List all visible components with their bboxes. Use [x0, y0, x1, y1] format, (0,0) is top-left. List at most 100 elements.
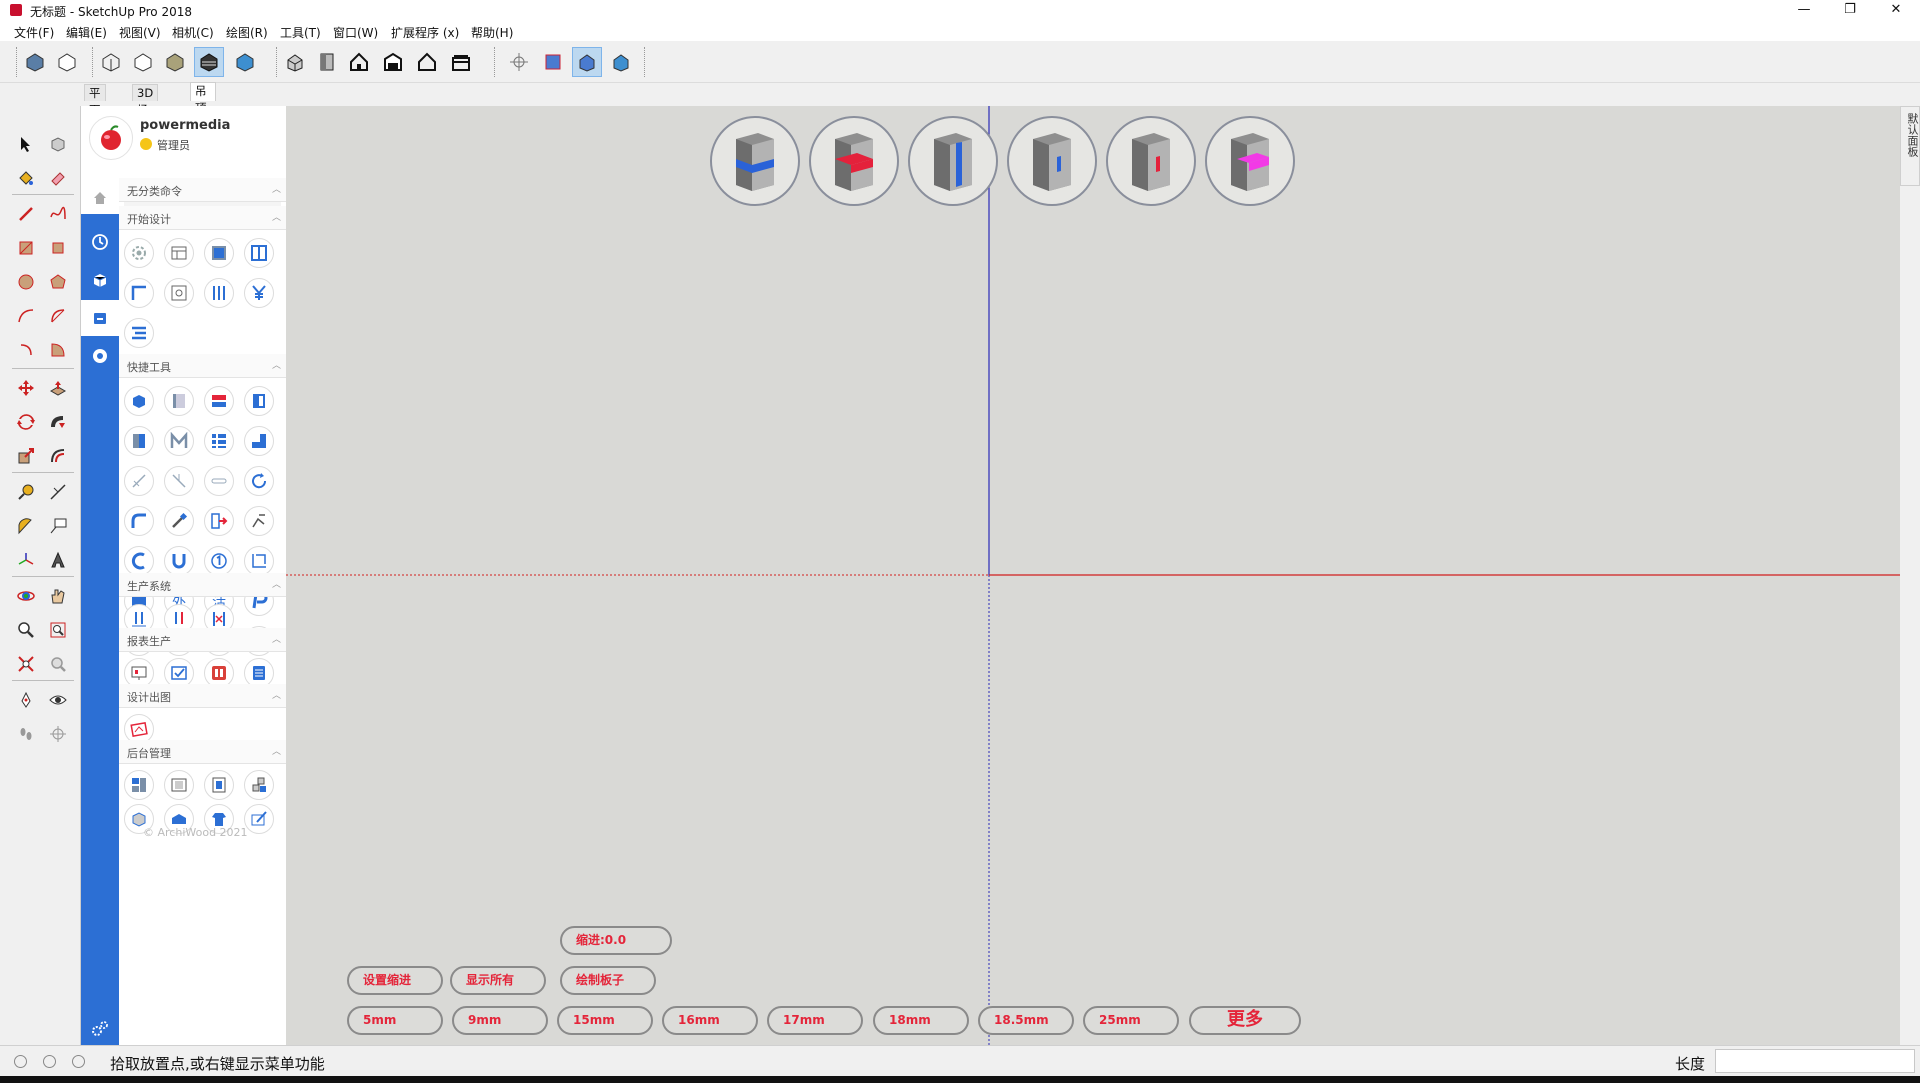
- number-one-icon[interactable]: [204, 546, 234, 576]
- gear-icon[interactable]: [124, 238, 154, 268]
- measurements-input[interactable]: [1715, 1049, 1915, 1073]
- text-label-icon[interactable]: [44, 512, 72, 540]
- section-quick-tools[interactable]: 快捷工具 ︿: [119, 354, 286, 378]
- admin-pen-icon[interactable]: [244, 804, 274, 834]
- follow-me-icon[interactable]: [44, 408, 72, 436]
- arc-icon[interactable]: [12, 302, 40, 330]
- split-panel-icon[interactable]: [244, 238, 274, 268]
- sliders-icon[interactable]: [204, 278, 234, 308]
- shaded-textures-icon[interactable]: [194, 47, 224, 77]
- orbit-icon[interactable]: [12, 582, 40, 610]
- thickness-18mm-button[interactable]: 18mm: [873, 1006, 969, 1035]
- thickness-18-5mm-button[interactable]: 18.5mm: [978, 1006, 1074, 1035]
- close-button[interactable]: ✕: [1873, 0, 1919, 21]
- thickness-16mm-button[interactable]: 16mm: [662, 1006, 758, 1035]
- admin-layout-icon[interactable]: [124, 770, 154, 800]
- panel-icon[interactable]: [204, 238, 234, 268]
- tab-ceiling-3d-scene[interactable]: 吊顶3D场景图: [190, 82, 217, 183]
- list-align-icon[interactable]: [124, 318, 154, 348]
- three-point-arc-icon[interactable]: [12, 336, 40, 364]
- history-clock-icon[interactable]: [81, 224, 119, 260]
- zoom-icon[interactable]: [12, 616, 40, 644]
- front-view-icon[interactable]: [344, 47, 374, 77]
- cabinet-red-shelf-button[interactable]: [809, 116, 899, 206]
- rotate-icon[interactable]: [12, 408, 40, 436]
- inset-display-button[interactable]: 缩进:0.0: [560, 926, 672, 955]
- shelf-icon[interactable]: [204, 386, 234, 416]
- menu-help[interactable]: 帮助(H): [471, 24, 513, 41]
- section-plane-icon[interactable]: [538, 47, 568, 77]
- toolbar-grip[interactable]: [276, 47, 279, 77]
- m-profile-icon[interactable]: [164, 426, 194, 456]
- 3d-text-icon[interactable]: [44, 546, 72, 574]
- cabinet-blue-divider-button[interactable]: [908, 116, 998, 206]
- price-yen-icon[interactable]: [244, 278, 274, 308]
- minimize-button[interactable]: —: [1781, 0, 1827, 21]
- rotate-bend-icon[interactable]: [244, 506, 274, 536]
- bend-arc-icon[interactable]: [124, 506, 154, 536]
- cabinet-blue-vertical-button[interactable]: [1007, 116, 1097, 206]
- rotated-rectangle-icon[interactable]: [44, 234, 72, 262]
- menu-camera[interactable]: 相机(C): [172, 24, 214, 41]
- top-view-icon[interactable]: [312, 47, 342, 77]
- toolbar-grip[interactable]: [644, 47, 647, 77]
- make-component-icon[interactable]: [44, 130, 72, 158]
- cube-icon[interactable]: [81, 262, 119, 298]
- protractor-icon[interactable]: [12, 512, 40, 540]
- half-panel-icon[interactable]: [124, 426, 154, 456]
- avatar[interactable]: [89, 116, 133, 160]
- back-view-icon[interactable]: [412, 47, 442, 77]
- tape-measure-icon[interactable]: [12, 478, 40, 506]
- section-uncategorized[interactable]: 无分类命令 ︿: [119, 178, 286, 202]
- draw-board-button[interactable]: 绘制板子: [560, 966, 656, 995]
- grid-list-icon[interactable]: [204, 426, 234, 456]
- thickness-25mm-button[interactable]: 25mm: [1083, 1006, 1179, 1035]
- two-point-arc-icon[interactable]: [44, 302, 72, 330]
- dimension-icon[interactable]: [44, 478, 72, 506]
- eraser-icon[interactable]: [44, 164, 72, 192]
- section-fill-icon[interactable]: [606, 47, 636, 77]
- thickness-5mm-button[interactable]: 5mm: [347, 1006, 443, 1035]
- freehand-icon[interactable]: [44, 200, 72, 228]
- show-all-button[interactable]: 显示所有: [450, 966, 546, 995]
- crop-corner-icon[interactable]: [244, 546, 274, 576]
- thickness-9mm-button[interactable]: 9mm: [452, 1006, 548, 1035]
- admin-blocks-icon[interactable]: [244, 770, 274, 800]
- menu-window[interactable]: 窗口(W): [333, 24, 378, 41]
- section-reports[interactable]: 报表生产 ︿: [119, 628, 286, 652]
- eyedropper-icon[interactable]: [164, 506, 194, 536]
- more-thickness-button[interactable]: 更多: [1189, 1006, 1301, 1035]
- menu-extensions[interactable]: 扩展程序 (x): [391, 24, 459, 41]
- toolbar-grip[interactable]: [494, 47, 497, 77]
- pie-icon[interactable]: [44, 336, 72, 364]
- calendar-tab-icon[interactable]: [81, 300, 119, 336]
- select-arrow-icon[interactable]: [12, 130, 40, 158]
- door-panel-icon[interactable]: [244, 386, 274, 416]
- measure-cross-icon[interactable]: [164, 466, 194, 496]
- axes-icon[interactable]: [504, 47, 534, 77]
- shaded-icon[interactable]: [160, 47, 190, 77]
- menu-view[interactable]: 视图(V): [119, 24, 161, 41]
- left-view-icon[interactable]: [446, 47, 476, 77]
- set-inset-button[interactable]: 设置缩进: [347, 966, 443, 995]
- push-pull-icon[interactable]: [44, 374, 72, 402]
- corner-icon[interactable]: [124, 278, 154, 308]
- restore-button[interactable]: ❐: [1827, 0, 1873, 21]
- c-shape-icon[interactable]: [124, 546, 154, 576]
- settings-ring-icon[interactable]: [81, 338, 119, 374]
- menu-edit[interactable]: 编辑(E): [66, 24, 107, 41]
- section-cut-icon[interactable]: [572, 47, 602, 77]
- axes-tool-icon[interactable]: [12, 546, 40, 574]
- xray-icon[interactable]: [20, 47, 50, 77]
- menu-tools[interactable]: 工具(T): [280, 24, 321, 41]
- move-icon[interactable]: [12, 374, 40, 402]
- scale-icon[interactable]: [12, 442, 40, 470]
- back-edges-icon[interactable]: [52, 47, 82, 77]
- zoom-extents-icon[interactable]: [12, 650, 40, 678]
- hinge-icon[interactable]: [204, 466, 234, 496]
- zoom-window-icon[interactable]: [44, 616, 72, 644]
- insert-arrow-icon[interactable]: [204, 506, 234, 536]
- toolbar-grip[interactable]: [16, 47, 19, 77]
- measure-diagonal-icon[interactable]: [124, 466, 154, 496]
- right-view-icon[interactable]: [378, 47, 408, 77]
